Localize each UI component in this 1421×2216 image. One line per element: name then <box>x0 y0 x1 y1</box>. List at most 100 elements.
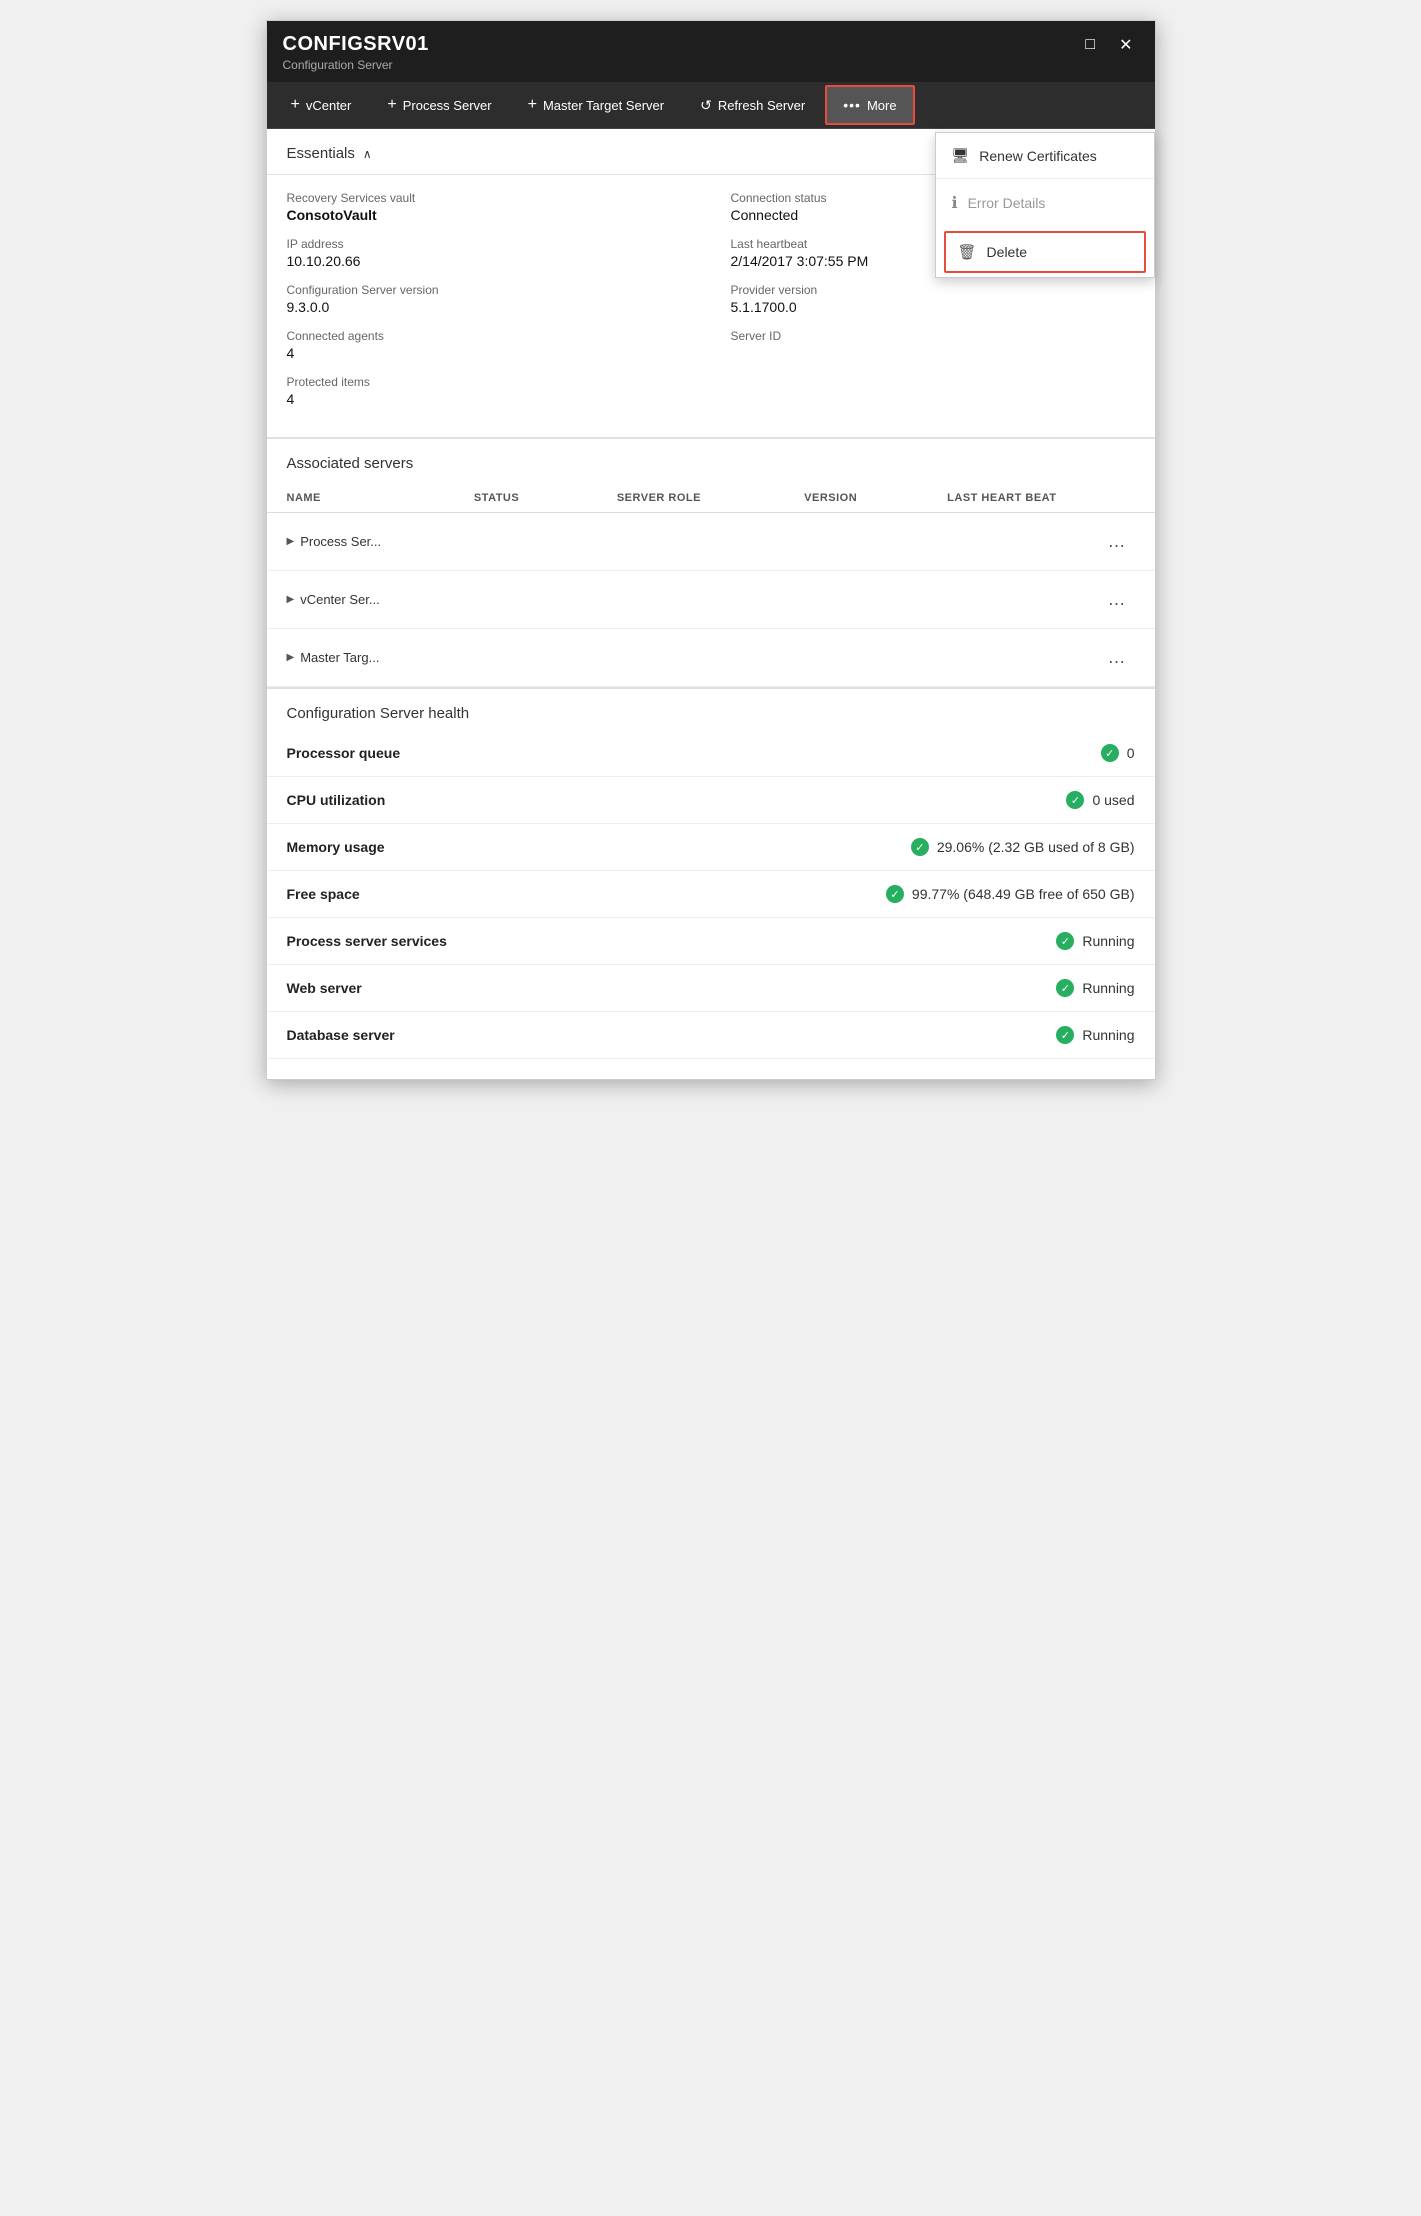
green-check-icon-5: ✓ <box>1056 932 1074 950</box>
refresh-server-label: Refresh Server <box>718 98 805 113</box>
minimize-button[interactable]: □ <box>1079 34 1101 56</box>
add-vcenter-button[interactable]: + vCenter <box>275 82 368 128</box>
dropdown-menu: 🖥 Renew Certificates ℹ Error Details 🗑 D… <box>935 132 1155 278</box>
title-bar-right: □ ✕ <box>1079 33 1138 57</box>
processor-queue-value: ✓ 0 <box>1101 744 1135 762</box>
close-button[interactable]: ✕ <box>1113 33 1138 57</box>
dots-icon: ••• <box>843 97 861 113</box>
delete-label: Delete <box>987 244 1027 260</box>
green-check-icon-3: ✓ <box>911 838 929 856</box>
col-heartbeat: LAST HEART BEAT <box>947 492 1124 504</box>
database-server-label: Database server <box>287 1027 395 1043</box>
cs-version-label: Configuration Server version <box>287 283 691 297</box>
vault-value: ConsotoVault <box>287 207 691 223</box>
process-ser-label: Process Ser... <box>300 534 381 549</box>
vcenter-label: vCenter <box>306 98 352 113</box>
chevron-right-icon-3: ▶ <box>287 652 295 663</box>
free-space-value: ✓ 99.77% (648.49 GB free of 650 GB) <box>886 885 1135 903</box>
cpu-utilization-label: CPU utilization <box>287 792 386 808</box>
error-details-item[interactable]: ℹ Error Details <box>936 179 1154 227</box>
free-space-label: Free space <box>287 886 360 902</box>
process-services-value: ✓ Running <box>1056 932 1134 950</box>
database-server-value: ✓ Running <box>1056 1026 1134 1044</box>
protected-value: 4 <box>287 391 691 407</box>
title-bar-left: CONFIGSRV01 Configuration Server <box>283 33 429 72</box>
add-master-target-button[interactable]: + Master Target Server <box>512 82 680 128</box>
field-agents: Connected agents 4 <box>287 329 691 361</box>
plus-icon-2: + <box>387 96 396 114</box>
row-name-vcenter: ▶ vCenter Ser... <box>287 592 1100 607</box>
trash-icon: 🗑 <box>958 243 977 261</box>
renew-certs-label: Renew Certificates <box>979 148 1097 164</box>
cpu-utilization-value: ✓ 0 used <box>1066 791 1134 809</box>
memory-usage-value: ✓ 29.06% (2.32 GB used of 8 GB) <box>911 838 1135 856</box>
table-header: NAME STATUS SERVER ROLE VERSION LAST HEA… <box>267 484 1155 513</box>
refresh-icon: ↺ <box>700 97 712 114</box>
web-server-label: Web server <box>287 980 362 996</box>
row-more-dots-1[interactable]: … <box>1100 527 1135 556</box>
health-row-database: Database server ✓ Running <box>267 1012 1155 1059</box>
col-status: STATUS <box>474 492 607 504</box>
field-vault: Recovery Services vault ConsotoVault <box>287 191 691 223</box>
refresh-server-button[interactable]: ↺ Refresh Server <box>684 83 821 128</box>
chevron-right-icon: ▶ <box>287 536 295 547</box>
health-row-cpu: CPU utilization ✓ 0 used <box>267 777 1155 824</box>
ip-value: 10.10.20.66 <box>287 253 691 269</box>
chevron-up-icon: ∧ <box>363 147 372 161</box>
processor-queue-text: 0 <box>1127 745 1135 761</box>
process-services-label: Process server services <box>287 933 447 949</box>
error-details-label: Error Details <box>968 195 1046 211</box>
table-row[interactable]: ▶ vCenter Ser... … <box>267 571 1155 629</box>
process-services-text: Running <box>1082 933 1134 949</box>
app-subtitle: Configuration Server <box>283 58 429 72</box>
field-provider: Provider version 5.1.1700.0 <box>731 283 1135 315</box>
essentials-left: Recovery Services vault ConsotoVault IP … <box>287 191 691 421</box>
associated-servers-title: Associated servers <box>267 439 1155 484</box>
process-server-label: Process Server <box>403 98 492 113</box>
health-row-memory: Memory usage ✓ 29.06% (2.32 GB used of 8… <box>267 824 1155 871</box>
vault-label: Recovery Services vault <box>287 191 691 205</box>
database-server-text: Running <box>1082 1027 1134 1043</box>
more-label: More <box>867 98 897 113</box>
protected-label: Protected items <box>287 375 691 389</box>
delete-item[interactable]: 🗑 Delete <box>944 231 1146 273</box>
master-targ-label: Master Targ... <box>300 650 379 665</box>
master-target-label: Master Target Server <box>543 98 664 113</box>
app-title: CONFIGSRV01 <box>283 33 429 56</box>
green-check-icon-7: ✓ <box>1056 1026 1074 1044</box>
health-section: Configuration Server health Processor qu… <box>267 687 1155 1079</box>
table-row[interactable]: ▶ Master Targ... … <box>267 629 1155 687</box>
ip-label: IP address <box>287 237 691 251</box>
essentials-title: Essentials <box>287 145 355 162</box>
row-more-dots-2[interactable]: … <box>1100 585 1135 614</box>
more-button[interactable]: ••• More <box>825 85 914 125</box>
web-server-value: ✓ Running <box>1056 979 1134 997</box>
health-row-processor: Processor queue ✓ 0 <box>267 730 1155 777</box>
provider-value: 5.1.1700.0 <box>731 299 1135 315</box>
cert-icon: 🖥 <box>952 147 970 164</box>
col-name: NAME <box>287 492 464 504</box>
green-check-icon-4: ✓ <box>886 885 904 903</box>
agents-label: Connected agents <box>287 329 691 343</box>
row-more-dots-3[interactable]: … <box>1100 643 1135 672</box>
memory-usage-text: 29.06% (2.32 GB used of 8 GB) <box>937 839 1135 855</box>
col-version: VERSION <box>804 492 937 504</box>
plus-icon: + <box>291 96 300 114</box>
web-server-text: Running <box>1082 980 1134 996</box>
cs-version-value: 9.3.0.0 <box>287 299 691 315</box>
green-check-icon-2: ✓ <box>1066 791 1084 809</box>
field-cs-version: Configuration Server version 9.3.0.0 <box>287 283 691 315</box>
renew-certificates-item[interactable]: 🖥 Renew Certificates <box>936 133 1154 178</box>
table-row[interactable]: ▶ Process Ser... … <box>267 513 1155 571</box>
field-server-id: Server ID <box>731 329 1135 343</box>
vcenter-ser-label: vCenter Ser... <box>300 592 379 607</box>
col-role: SERVER ROLE <box>617 492 794 504</box>
title-bar: CONFIGSRV01 Configuration Server □ ✕ <box>267 21 1155 82</box>
main-window: CONFIGSRV01 Configuration Server □ ✕ + v… <box>266 20 1156 1080</box>
health-title: Configuration Server health <box>267 687 1155 730</box>
memory-usage-label: Memory usage <box>287 839 385 855</box>
add-process-server-button[interactable]: + Process Server <box>371 82 507 128</box>
agents-value: 4 <box>287 345 691 361</box>
chevron-right-icon-2: ▶ <box>287 594 295 605</box>
health-row-web-server: Web server ✓ Running <box>267 965 1155 1012</box>
